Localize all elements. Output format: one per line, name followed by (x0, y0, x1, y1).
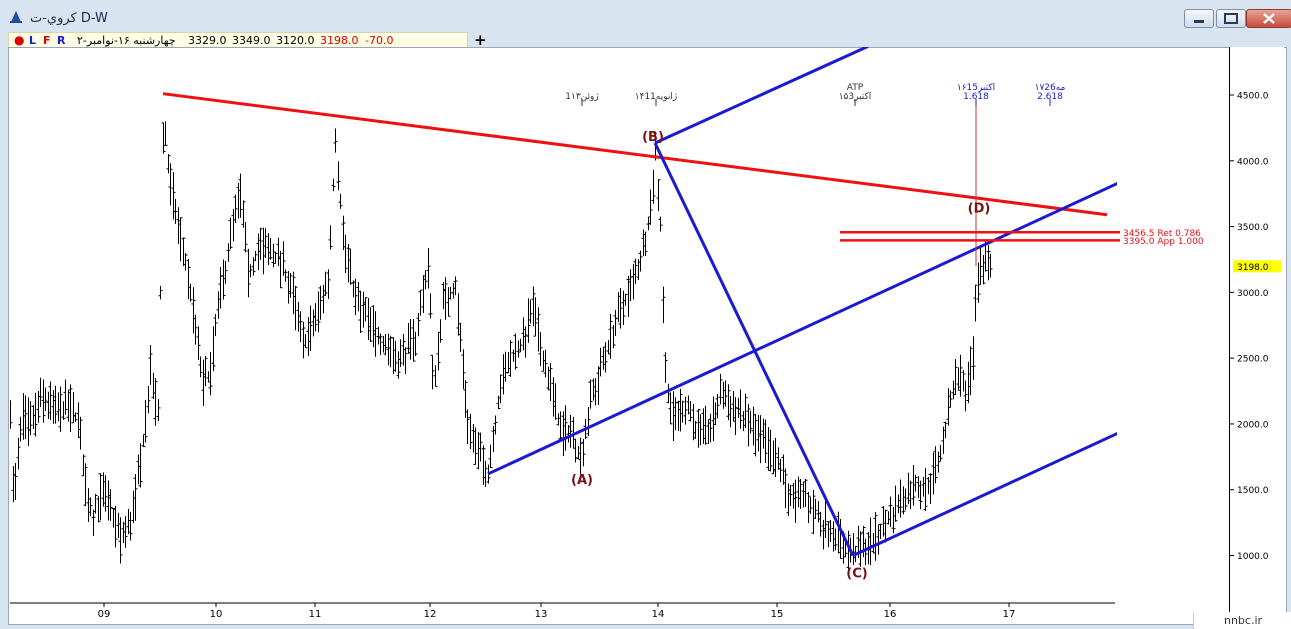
y-axis-tick-label: 2500.0 (1237, 355, 1269, 365)
x-axis-tick-label: 10 (210, 609, 223, 620)
x-axis-tick-label: 14 (652, 609, 665, 620)
x-axis-tick-label: 13 (535, 609, 548, 620)
time-marker-label: 1.618 (963, 92, 989, 102)
plot-area (10, 47, 1117, 572)
watermark: nnbc.ir (1193, 612, 1291, 629)
y-axis-tick-label: 3000.0 (1237, 289, 1269, 299)
wave-label: (B) (642, 130, 664, 145)
trendline-channel-mid (487, 181, 1117, 476)
time-marker-top-label: ATP (847, 83, 864, 93)
y-axis-tick-label: 3500.0 (1237, 223, 1269, 233)
trendline-abc-b-to-c (653, 142, 855, 557)
trendline-channel-bottom (852, 431, 1117, 557)
x-axis-tick-label: 15 (771, 609, 784, 620)
level-label: 3395.0 App 1.000 (1123, 237, 1204, 247)
chart-window: كروي-ت D-W ● L F R چهارشنبه ۱۶-نوامبر-۲ … (0, 0, 1291, 629)
ohlc-bars (10, 121, 993, 572)
x-axis-tick-label: 16 (884, 609, 897, 620)
last-price-label: 3198.0 (1237, 263, 1269, 273)
trendline-channel-top (654, 47, 869, 145)
wave-label: (A) (571, 473, 593, 488)
trendline-upper-resistance (162, 92, 1108, 217)
y-axis-tick-label: 4500.0 (1237, 92, 1269, 102)
time-marker-label: 1ژوئن۱۳ (565, 92, 598, 102)
time-marker-label: 2.618 (1037, 92, 1063, 102)
y-axis-tick-label: 1500.0 (1237, 486, 1269, 496)
x-axis-tick-label: 11 (309, 609, 322, 620)
wave-label: (C) (846, 567, 867, 582)
x-axis-tick-label: 17 (1003, 609, 1016, 620)
wave-label: (D) (968, 201, 991, 216)
y-axis-tick-label: 1000.0 (1237, 552, 1269, 562)
time-marker-label: ۱۵اکتبر3 (839, 92, 872, 102)
time-marker-top-label: ۱۷مه26 (1035, 83, 1066, 93)
price-chart[interactable]: 3456.5 Ret 0.7863395.0 App 1.0001ژوئن۱۳ ۱… (0, 0, 1291, 629)
y-axis-tick-label: 2000.0 (1237, 420, 1269, 430)
y-axis-tick-label: 4000.0 (1237, 157, 1269, 167)
time-marker-top-label: ۱۶اکتبر15 (957, 83, 995, 93)
time-marker-label: ۱۴ژانویه11 (635, 92, 677, 102)
x-axis-tick-label: 12 (424, 609, 437, 620)
x-axis-tick-label: 09 (98, 609, 111, 620)
